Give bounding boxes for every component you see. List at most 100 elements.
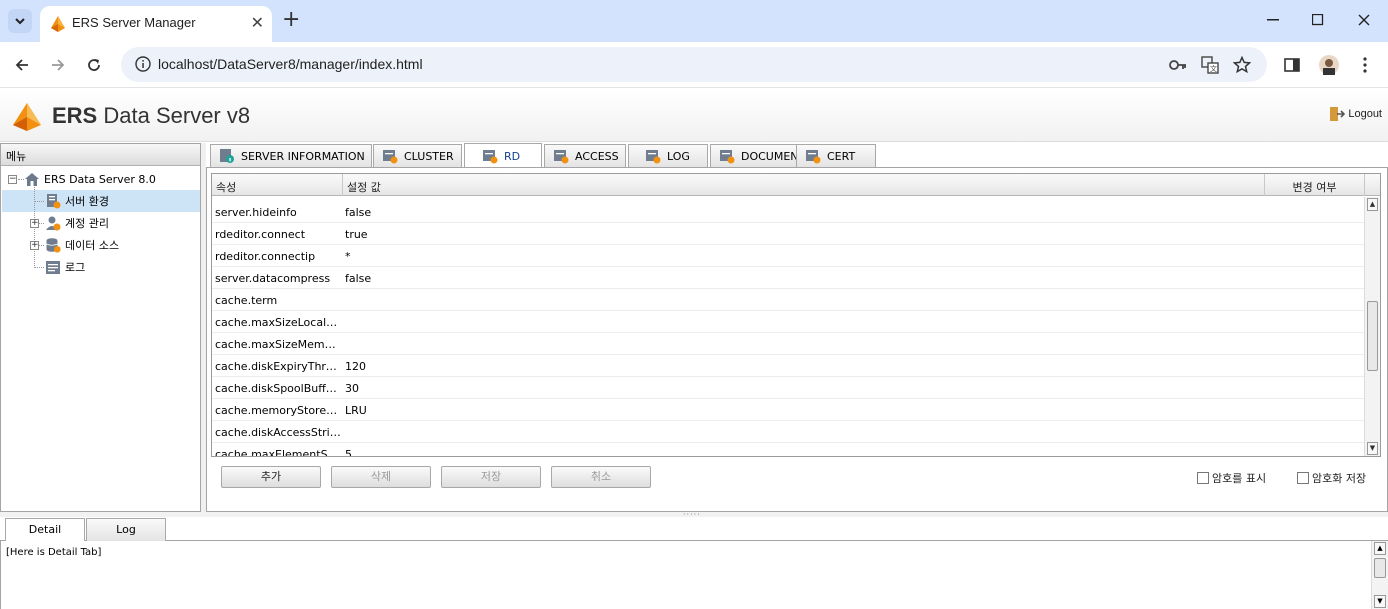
tab-label: CLUSTER [404, 149, 454, 163]
bookmark-star-icon[interactable] [1232, 55, 1252, 75]
minimize-icon[interactable] [1263, 10, 1283, 30]
tab-label: ACCESS [575, 149, 619, 163]
tree-item-label: 데이터 소스 [65, 239, 120, 252]
add-button[interactable]: 추가 [221, 466, 321, 488]
scroll-up-icon[interactable]: ▲ [1374, 542, 1386, 555]
address-bar[interactable]: localhost/DataServer8/manager/index.html… [121, 47, 1267, 82]
column-header-changed[interactable]: 변경 여부 [1265, 174, 1365, 196]
tab-cert[interactable]: CERT [796, 144, 876, 167]
tab-label: SERVER INFORMATION [241, 149, 365, 163]
logout-button[interactable]: Logout [1329, 106, 1382, 122]
property-value[interactable]: LRU [345, 404, 367, 417]
kebab-menu-icon[interactable] [1354, 54, 1376, 76]
tab-search-button[interactable] [8, 9, 32, 33]
cluster-icon [383, 150, 398, 164]
show-password-checkbox[interactable]: 암호를 표시 [1197, 470, 1266, 486]
table-row[interactable]: server.hideinfo false [212, 201, 1364, 223]
table-row[interactable]: cache.maxSizeMemory... [212, 333, 1364, 355]
detail-panel: [Here is Detail Tab] ▲ ▼ [0, 541, 1388, 609]
browser-tabstrip: ERS Server Manager ✕ + [0, 0, 1388, 42]
chevron-down-icon [15, 18, 25, 25]
property-name: cache.diskAccessStripes [215, 426, 341, 439]
table-row[interactable]: cache.diskExpiryThrea... 120 [212, 355, 1364, 377]
property-value[interactable]: * [345, 250, 351, 263]
expand-icon[interactable]: + [30, 218, 39, 228]
table-row[interactable]: cache.term [212, 289, 1364, 311]
table-row[interactable]: cache.memoryStoreEvi... LRU [212, 399, 1364, 421]
column-header-value[interactable]: 설정 값 [343, 174, 1265, 196]
property-value[interactable]: 30 [345, 382, 359, 395]
tab-rd[interactable]: RD [464, 143, 542, 168]
table-row[interactable]: cache.maxElementSize... 5 [212, 443, 1364, 457]
checkbox-box[interactable] [1297, 472, 1309, 484]
save-button[interactable]: 저장 [441, 466, 541, 488]
key-icon[interactable] [1168, 55, 1188, 75]
checkbox-box[interactable] [1197, 472, 1209, 484]
app-title-bold: ERS [52, 103, 98, 128]
table-row[interactable]: server.datacompress false [212, 267, 1364, 289]
forward-icon[interactable] [47, 54, 69, 76]
tree-item-accounts[interactable]: + 계정 관리 [30, 212, 109, 234]
cancel-button[interactable]: 취소 [551, 466, 651, 488]
browser-tab[interactable]: ERS Server Manager ✕ [40, 6, 272, 42]
maximize-icon[interactable] [1308, 10, 1328, 30]
checkbox-label: 암호화 저장 [1312, 472, 1367, 485]
tab-log-bottom[interactable]: Log [86, 518, 166, 541]
tree-item-server-settings[interactable]: 서버 환경 [45, 190, 109, 212]
table-row[interactable]: cache.diskAccessStripes [212, 421, 1364, 443]
tree-root[interactable]: − ERS Data Server 8.0 [8, 168, 156, 190]
property-value[interactable]: 5 [345, 448, 352, 456]
tree-item-datasource[interactable]: + 데이터 소스 [30, 234, 119, 256]
scroll-down-icon[interactable]: ▼ [1367, 442, 1378, 455]
back-icon[interactable] [11, 54, 33, 76]
property-name: cache.term [215, 294, 278, 307]
profile-avatar[interactable] [1318, 54, 1340, 76]
expand-icon[interactable]: + [30, 240, 39, 250]
property-name: cache.maxElementSize... [215, 448, 341, 457]
logout-icon [1330, 107, 1346, 121]
property-value[interactable]: true [345, 228, 368, 241]
home-icon [25, 172, 39, 186]
document-icon [720, 150, 735, 164]
scroll-down-icon[interactable]: ▼ [1374, 595, 1386, 608]
new-tab-icon[interactable]: + [282, 9, 300, 31]
rd-icon [483, 150, 498, 164]
site-info-icon[interactable] [135, 56, 151, 76]
detail-scrollbar[interactable]: ▲ ▼ [1371, 541, 1388, 609]
close-window-icon[interactable] [1354, 10, 1374, 30]
grid-scrollbar[interactable]: ▲ ▼ [1364, 197, 1380, 456]
tree-item-log[interactable]: 로그 [45, 256, 85, 278]
property-name: server.datacompress [215, 272, 331, 285]
url-text: localhost/DataServer8/manager/index.html [158, 56, 423, 72]
scroll-up-icon[interactable]: ▲ [1367, 198, 1378, 211]
column-header-property[interactable]: 속성 [212, 174, 343, 196]
table-row[interactable]: rdeditor.connect true [212, 223, 1364, 245]
scroll-thumb[interactable] [1367, 301, 1378, 371]
property-value[interactable]: 120 [345, 360, 366, 373]
tab-document[interactable]: DOCUMEN [710, 144, 798, 167]
tab-detail[interactable]: Detail [5, 518, 85, 542]
translate-icon[interactable]: 文 [1200, 55, 1220, 75]
side-panel-icon[interactable] [1281, 54, 1303, 76]
info-icon [220, 149, 234, 163]
ers-favicon-icon [49, 15, 67, 37]
close-tab-icon[interactable]: ✕ [251, 15, 264, 31]
detail-text: [Here is Detail Tab] [6, 547, 102, 558]
tab-cluster[interactable]: CLUSTER [373, 144, 462, 167]
property-name: cache.maxSizeMemory... [215, 338, 341, 351]
save-encrypted-checkbox[interactable]: 암호화 저장 [1297, 470, 1366, 486]
property-value[interactable]: false [345, 206, 371, 219]
tab-access[interactable]: ACCESS [544, 144, 626, 167]
reload-icon[interactable] [83, 54, 105, 76]
tab-server-information[interactable]: SERVER INFORMATION [210, 144, 372, 167]
property-value[interactable]: false [345, 272, 371, 285]
scroll-thumb[interactable] [1374, 558, 1386, 578]
property-name: cache.maxSizeLocalDi... [215, 316, 341, 329]
collapse-icon[interactable]: − [8, 174, 17, 184]
delete-button[interactable]: 삭제 [331, 466, 431, 488]
svg-text:文: 文 [1210, 64, 1217, 73]
tab-log[interactable]: LOG [628, 144, 708, 167]
table-row[interactable]: cache.diskSpoolBuffer... 30 [212, 377, 1364, 399]
table-row[interactable]: rdeditor.connectip * [212, 245, 1364, 267]
table-row[interactable]: cache.maxSizeLocalDi... [212, 311, 1364, 333]
